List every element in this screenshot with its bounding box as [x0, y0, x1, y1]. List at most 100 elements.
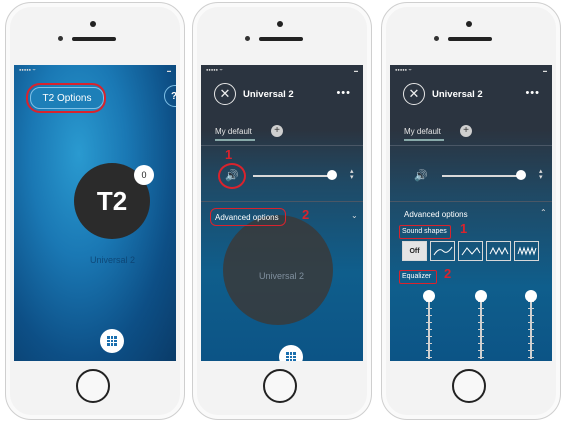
- equalizer-handle[interactable]: [525, 290, 537, 303]
- speaker-icon[interactable]: 🔊: [414, 169, 428, 182]
- equalizer-tick: [426, 315, 432, 316]
- sound-shape-2-button[interactable]: [458, 241, 483, 261]
- tab-my-default[interactable]: My default: [404, 127, 441, 136]
- equalizer-tick: [528, 315, 534, 316]
- grid-menu-button[interactable]: [100, 329, 124, 353]
- volume-slider-handle[interactable]: [327, 170, 337, 180]
- grid-icon: [286, 352, 296, 361]
- annotation-highlight: [399, 225, 451, 239]
- equalizer-tick: [478, 336, 484, 337]
- equalizer-tick: [478, 322, 484, 323]
- equalizer-tick: [426, 308, 432, 309]
- tab-my-default[interactable]: My default: [215, 127, 252, 136]
- program-avatar-bg: [223, 215, 333, 325]
- annotation-number-1: 1: [460, 221, 468, 236]
- sound-shape-off-button[interactable]: Off: [402, 241, 427, 261]
- equalizer-tick: [528, 350, 534, 351]
- sound-shape-4-button[interactable]: [514, 241, 539, 261]
- annotation-highlight: [210, 208, 286, 226]
- earpiece: [259, 37, 303, 41]
- help-button[interactable]: ?: [164, 85, 176, 107]
- tab-underline: [215, 139, 255, 141]
- earpiece: [448, 37, 492, 41]
- home-button[interactable]: [76, 369, 110, 403]
- equalizer-tick: [478, 350, 484, 351]
- sound-shape-1-button[interactable]: [430, 241, 455, 261]
- equalizer-tick: [528, 329, 534, 330]
- equalizer-tick: [528, 357, 534, 358]
- annotation-number-2: 2: [444, 266, 452, 281]
- equalizer-tick: [426, 329, 432, 330]
- sound-shape-3-button[interactable]: [486, 241, 511, 261]
- program-title: Universal 2: [432, 89, 483, 100]
- divider: [201, 201, 363, 202]
- program-stepper[interactable]: ▴ ▾: [539, 168, 543, 181]
- program-name: Universal 2: [259, 271, 305, 281]
- program-stepper[interactable]: ▴ ▾: [350, 168, 354, 181]
- more-menu-button[interactable]: •••: [525, 87, 540, 99]
- equalizer-tick: [528, 336, 534, 337]
- equalizer-handle[interactable]: [423, 290, 435, 303]
- program-name: Universal 2: [90, 255, 136, 265]
- close-button[interactable]: ✕: [403, 83, 425, 105]
- chevron-up-icon[interactable]: ⌃: [540, 208, 547, 217]
- annotation-number-2: 2: [302, 207, 310, 222]
- chevron-down-icon[interactable]: ⌄: [351, 211, 358, 220]
- screen-program: ●●●●● ᯤ ▬ ✕ Universal 2 ••• My default + …: [201, 65, 363, 361]
- equalizer-tick: [426, 350, 432, 351]
- equalizer-tick: [478, 308, 484, 309]
- earpiece: [72, 37, 116, 41]
- status-bar: ●●●●● ᯤ ▬: [395, 67, 547, 73]
- equalizer-tick: [528, 343, 534, 344]
- equalizer-tick: [528, 322, 534, 323]
- camera: [277, 21, 283, 27]
- more-menu-button[interactable]: •••: [336, 87, 351, 99]
- annotation-highlight: [399, 270, 437, 284]
- status-bar: ●●●●● ᯤ ▬: [206, 67, 358, 73]
- wave-shape-icon: [433, 246, 452, 256]
- divider: [390, 145, 552, 146]
- program-title: Universal 2: [243, 89, 294, 100]
- equalizer-tick: [426, 343, 432, 344]
- equalizer-tick: [426, 322, 432, 323]
- equalizer-tick: [426, 336, 432, 337]
- divider: [201, 145, 363, 146]
- home-button[interactable]: [263, 369, 297, 403]
- sensor-dot: [245, 36, 250, 41]
- camera: [90, 21, 96, 27]
- equalizer-tick: [426, 357, 432, 358]
- status-bar: ●●●●● ᯤ ▬: [19, 67, 171, 73]
- volume-slider-handle[interactable]: [516, 170, 526, 180]
- close-button[interactable]: ✕: [214, 83, 236, 105]
- equalizer-tick: [478, 315, 484, 316]
- divider: [390, 201, 552, 202]
- screen-advanced: ●●●●● ᯤ ▬ ✕ Universal 2 ••• My default + …: [390, 65, 552, 361]
- equalizer-tick: [478, 357, 484, 358]
- add-tab-button[interactable]: +: [460, 125, 472, 137]
- annotation-number-1: 1: [225, 147, 233, 162]
- wave-shape-icon: [517, 246, 536, 256]
- screen-home: ●●●●● ᯤ▬ T2 Options ? T2 0 Universal 2: [14, 65, 176, 361]
- equalizer-handle[interactable]: [475, 290, 487, 303]
- grid-icon: [107, 336, 117, 346]
- wave-shape-icon: [489, 246, 508, 256]
- home-button[interactable]: [452, 369, 486, 403]
- volume-slider-track: [442, 175, 520, 177]
- phone-frame-3: ●●●●● ᯤ ▬ ✕ Universal 2 ••• My default + …: [381, 2, 561, 420]
- grid-menu-button[interactable]: [279, 345, 303, 361]
- volume-slider-track: [253, 175, 331, 177]
- phone-frame-1: ●●●●● ᯤ▬ T2 Options ? T2 0 Universal 2: [5, 2, 185, 420]
- advanced-options-label[interactable]: Advanced options: [404, 210, 468, 219]
- add-tab-button[interactable]: +: [271, 125, 283, 137]
- phone-frame-2: ●●●●● ᯤ ▬ ✕ Universal 2 ••• My default + …: [192, 2, 372, 420]
- program-count-badge: 0: [134, 165, 154, 185]
- equalizer-tick: [478, 329, 484, 330]
- annotation-highlight: [218, 163, 246, 189]
- equalizer-tick: [478, 343, 484, 344]
- equalizer-tick: [528, 308, 534, 309]
- annotation-highlight: [26, 83, 106, 113]
- tab-underline: [404, 139, 444, 141]
- camera: [466, 21, 472, 27]
- sensor-dot: [58, 36, 63, 41]
- wave-shape-icon: [461, 247, 480, 256]
